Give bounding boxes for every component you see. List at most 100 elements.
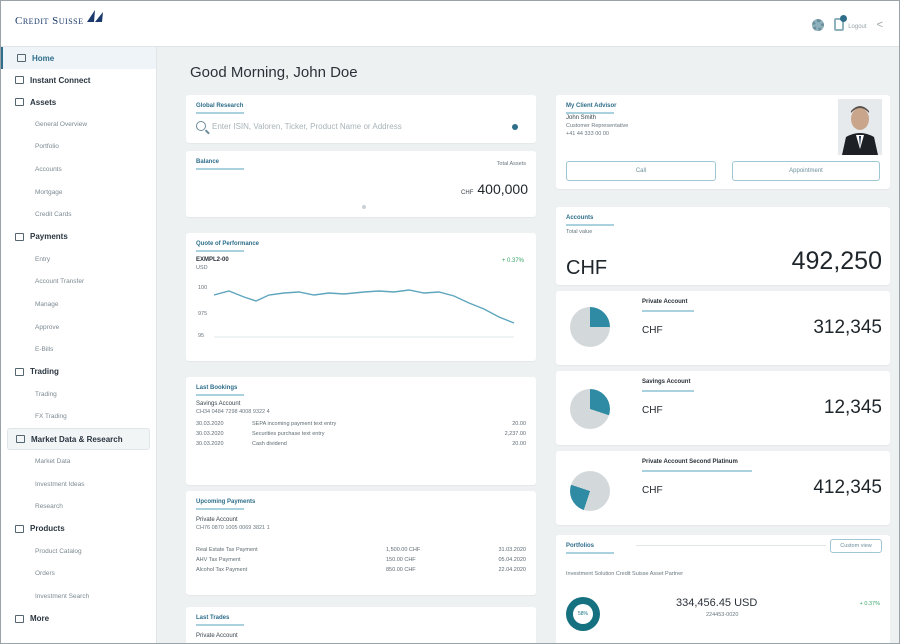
- portfolio-id: 224453-0020: [706, 612, 739, 618]
- booking-date: 30.03.2020: [196, 431, 224, 437]
- sidebar-item-general-overview[interactable]: General Overview: [1, 113, 156, 136]
- sidebar-item-investment-ideas[interactable]: Investment Ideas: [1, 473, 156, 496]
- account-1-amount: 312,345: [813, 317, 882, 338]
- booking-amount: 20.00: [512, 441, 526, 447]
- sidebar-item-label: Investment Ideas: [35, 480, 85, 488]
- last-trades-card: Last Trades Private Account: [186, 607, 536, 643]
- upcoming-payments-card: Upcoming Payments Private Account CH76 0…: [186, 491, 536, 595]
- booking-row[interactable]: 30.03.2020 SEPA incoming payment text ent…: [196, 421, 526, 427]
- account-3-name: Private Account Second Platinum: [642, 459, 738, 465]
- sidebar-item-fx-trading[interactable]: FX Trading: [1, 406, 156, 429]
- account-card-1[interactable]: Private Account CHF 312,345: [556, 291, 890, 365]
- sidebar-item-payments[interactable]: Payments: [1, 226, 156, 248]
- call-button[interactable]: Call: [566, 161, 716, 181]
- sidebar-item-label: Manage: [35, 300, 59, 308]
- booking-row[interactable]: 30.03.2020 Securities purchase text entry…: [196, 431, 526, 437]
- advisor-photo-icon: [838, 99, 882, 155]
- sidebar-item-product-catalog[interactable]: Product Catalog: [1, 540, 156, 563]
- sidebar-item-accounts[interactable]: Accounts: [1, 158, 156, 181]
- custom-view-button[interactable]: Custom view: [830, 539, 882, 553]
- messages-icon[interactable]: [834, 15, 848, 31]
- payment-text: AHV Tax Payment: [196, 557, 241, 563]
- more-icon: [15, 614, 24, 623]
- sidebar-item-market-data-research[interactable]: Market Data & Research: [7, 428, 150, 451]
- bookings-account-name[interactable]: Savings Account: [196, 401, 240, 407]
- advisor-phone[interactable]: +41 44 333 00 00: [566, 131, 609, 137]
- sidebar-item-label: Credit Cards: [35, 211, 72, 219]
- sidebar-item-account-transfer[interactable]: Account Transfer: [1, 271, 156, 294]
- payment-row[interactable]: Alcohol Tax Payment 850.00 CHF 22.04.2020: [196, 567, 526, 573]
- sidebar-item-approve[interactable]: Approve: [1, 316, 156, 339]
- sidebar-item-research[interactable]: Research: [1, 495, 156, 518]
- last-bookings-title: Last Bookings: [196, 385, 244, 396]
- payments-icon: [15, 232, 24, 241]
- payment-text: Alcohol Tax Payment: [196, 567, 248, 573]
- booking-row[interactable]: 30.03.2020 Cash dividend 20.00: [196, 441, 526, 447]
- sidebar-item-label: Entry: [35, 255, 51, 263]
- payment-row[interactable]: Real Estate Tax Payment 1,500.00 CHF 31.03…: [196, 547, 526, 553]
- sidebar-item-market-data[interactable]: Market Data: [1, 450, 156, 473]
- sidebar-item-label: Trading: [35, 390, 57, 398]
- search-card-title: Global Research: [196, 103, 244, 114]
- sidebar-item-instant-connect[interactable]: Instant Connect: [1, 69, 156, 91]
- payment-row[interactable]: AHV Tax Payment 150.00 CHF 05.04.2020: [196, 557, 526, 563]
- sidebar-item-investment-search[interactable]: Investment Search: [1, 585, 156, 608]
- sidebar-item-entry[interactable]: Entry: [1, 248, 156, 271]
- search-input[interactable]: Enter ISIN, Valoren, Ticker, Product Nam…: [196, 121, 518, 131]
- sidebar-item-orders[interactable]: Orders: [1, 563, 156, 586]
- sidebar-item-label: Account Transfer: [35, 278, 85, 286]
- booking-text: Securities purchase text entry: [252, 431, 325, 437]
- y-label-top: 100: [198, 285, 208, 291]
- payment-date: 22.04.2020: [498, 567, 526, 573]
- search-submit-dot[interactable]: [512, 124, 518, 130]
- sidebar-item-assets[interactable]: Assets: [1, 91, 156, 113]
- account-1-pie-chart: [570, 307, 610, 347]
- balance-currency: CHF: [461, 190, 474, 196]
- appointment-button[interactable]: Appointment: [732, 161, 880, 181]
- payment-amount: 150.00 CHF: [386, 557, 416, 563]
- balance-card: Balance Total Assets CHF 400,000: [186, 151, 536, 217]
- advisor-card: My Client Advisor John Smith Customer Re…: [556, 95, 890, 189]
- upcoming-payments-title: Upcoming Payments: [196, 499, 255, 510]
- sidebar-item-products[interactable]: Products: [1, 518, 156, 540]
- accounts-card: Accounts Total value CHF 492,250: [556, 207, 890, 285]
- total-assets-link[interactable]: Total Assets: [497, 161, 526, 167]
- sidebar-item-label: Home: [32, 53, 55, 63]
- sidebar-item-more[interactable]: More: [1, 608, 156, 630]
- account-card-2[interactable]: Savings Account CHF 12,345: [556, 371, 890, 445]
- sidebar-item-mortgage[interactable]: Mortgage: [1, 181, 156, 204]
- sidebar-item-label: Assets: [30, 97, 57, 107]
- sidebar-item-manage[interactable]: Manage: [1, 293, 156, 316]
- portfolio-name[interactable]: Investment Solution Credit Suisse Asset …: [566, 571, 683, 577]
- account-2-currency: CHF: [642, 405, 663, 416]
- accounts-total-amount: 492,250: [791, 247, 882, 275]
- sidebar-item-label: Mortgage: [35, 188, 63, 196]
- sidebar-item-label: Trading: [30, 367, 59, 377]
- advisor-name: John Smith: [566, 115, 597, 121]
- settings-gear-icon[interactable]: [812, 18, 825, 31]
- sidebar-item-credit-cards[interactable]: Credit Cards: [1, 203, 156, 226]
- advisor-role: Customer Representative: [566, 123, 629, 129]
- brand-logo[interactable]: Credit Suisse: [15, 10, 107, 27]
- account-3-underline: [642, 470, 752, 472]
- balance-pager-dot[interactable]: [362, 205, 366, 209]
- sidebar-item-portfolio[interactable]: Portfolio: [1, 136, 156, 159]
- logout-label[interactable]: Logout: [848, 24, 866, 30]
- sidebar-item-label: Market Data: [35, 457, 71, 465]
- sidebar-item-home[interactable]: Home: [1, 47, 156, 69]
- sidebar-item-label: Research: [35, 503, 63, 511]
- search-card: Global Research Enter ISIN, Valoren, Tic…: [186, 95, 536, 143]
- accounts-total-currency: CHF: [566, 257, 608, 279]
- payments-account-name[interactable]: Private Account: [196, 517, 238, 523]
- last-trades-title: Last Trades: [196, 615, 244, 626]
- account-card-3[interactable]: Private Account Second Platinum CHF 412,…: [556, 451, 890, 525]
- sidebar-item-label: More: [30, 614, 50, 624]
- portfolio-change: + 0.37%: [859, 601, 880, 607]
- trades-account-name[interactable]: Private Account: [196, 633, 238, 639]
- sidebar-item-e-bills[interactable]: E-Bills: [1, 338, 156, 361]
- collapse-chevron-icon[interactable]: <: [877, 19, 883, 31]
- sidebar-item-trading[interactable]: Trading: [1, 383, 156, 406]
- notification-dot: [840, 15, 848, 22]
- sidebar-item-trading[interactable]: Trading: [1, 361, 156, 383]
- page-greeting: Good Morning, John Doe: [190, 64, 358, 81]
